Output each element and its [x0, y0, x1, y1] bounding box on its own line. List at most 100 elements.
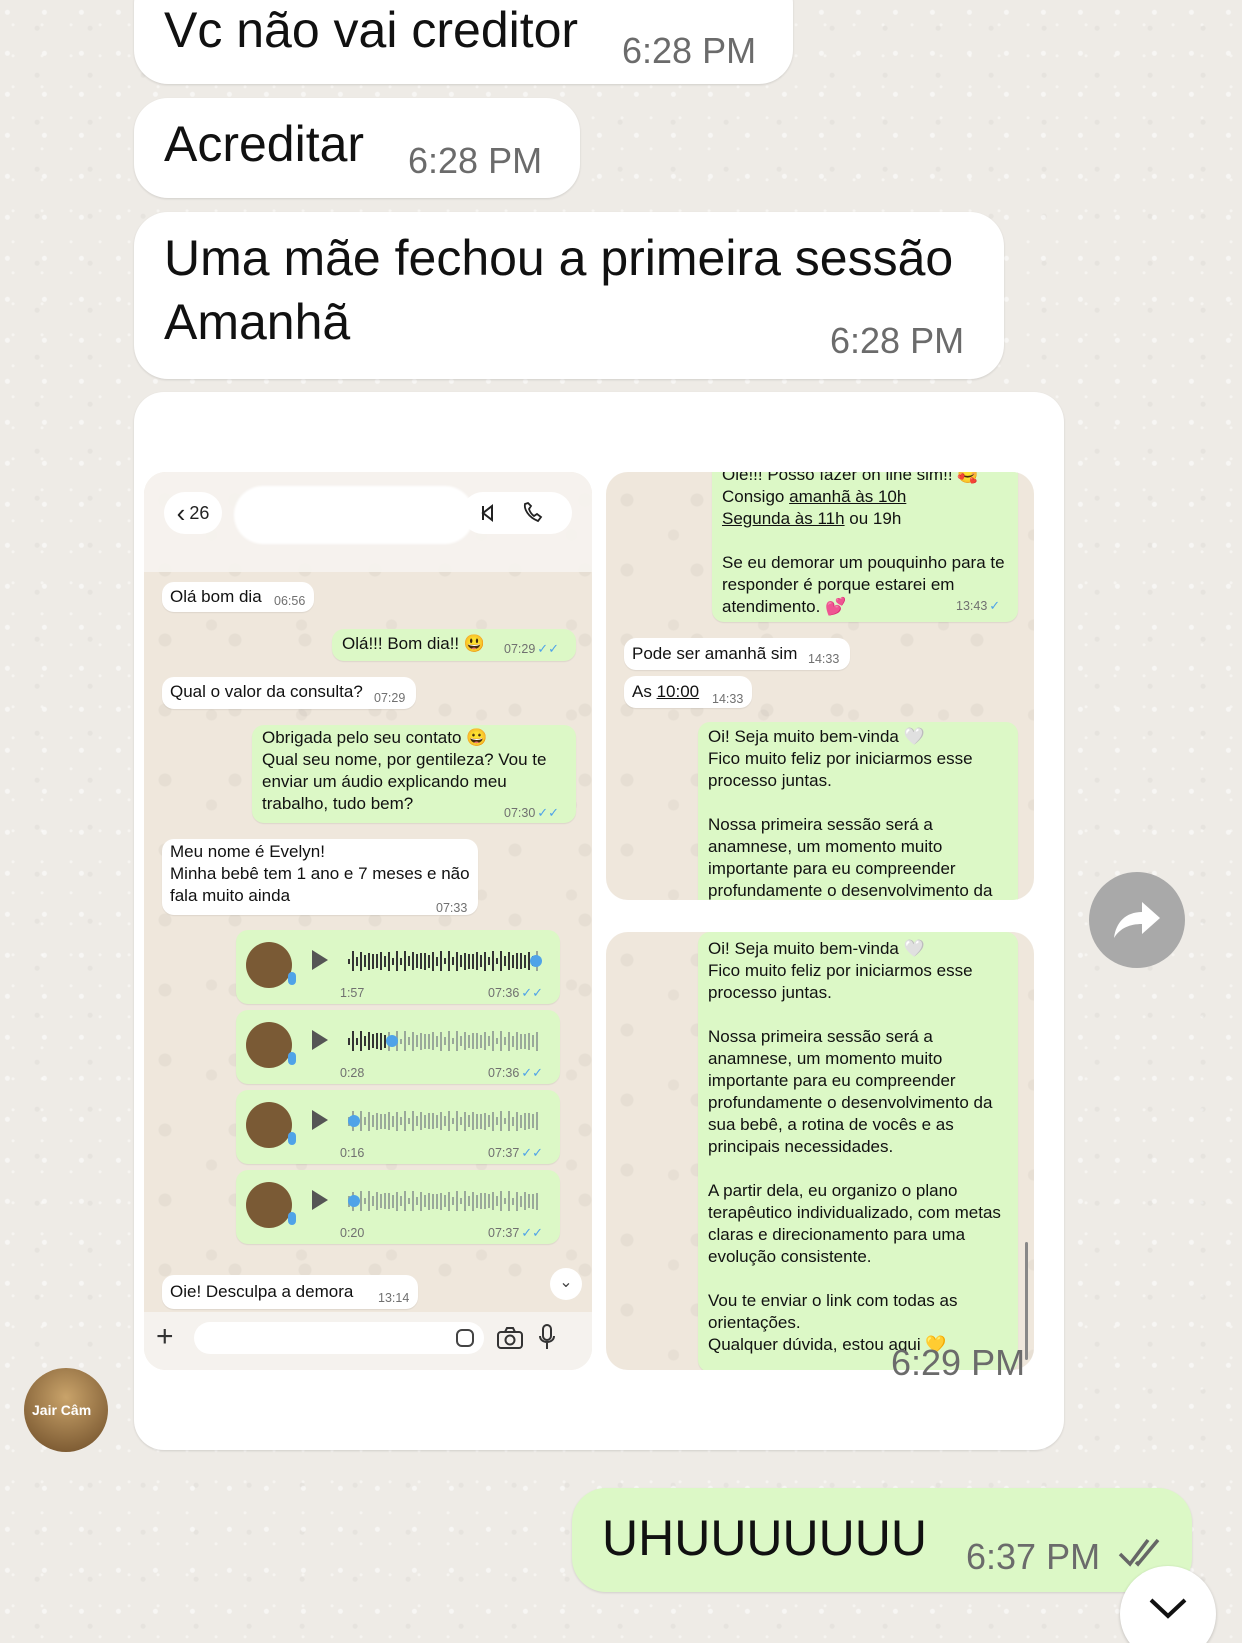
screenshot-chat-left[interactable]: ‹ 26 Olá bom dia 06:56 Olá!!! Bom dia!! 😃… — [144, 472, 592, 1370]
play-icon[interactable] — [312, 1190, 328, 1210]
waveform-bar — [360, 951, 362, 971]
waveform-bar — [468, 1196, 470, 1206]
waveform-bar — [416, 1116, 418, 1126]
waveform-bar — [492, 951, 494, 971]
chat-message[interactable]: Oie! Desculpa a demora 13:14 — [162, 1275, 418, 1309]
waveform-bar — [400, 1196, 402, 1206]
chat-message[interactable]: Oi! Seja muito bem-vinda 🤍 Fico muito fe… — [698, 932, 1018, 1370]
play-icon[interactable] — [312, 950, 328, 970]
waveform-bar — [364, 1117, 366, 1125]
waveform-bar — [388, 1193, 390, 1209]
voice-note[interactable]: 0:28 07:36 ✓✓ — [236, 1010, 560, 1084]
date-link[interactable]: Segunda às 11h — [722, 509, 845, 528]
chat-header: ‹ 26 — [144, 472, 592, 572]
voice-avatar — [246, 942, 292, 988]
waveform-bar — [360, 1191, 362, 1211]
play-icon[interactable] — [312, 1110, 328, 1130]
play-icon[interactable] — [312, 1030, 328, 1050]
forward-button[interactable] — [1089, 872, 1185, 968]
back-button[interactable]: ‹ 26 — [164, 492, 222, 534]
waveform-bar — [372, 1115, 374, 1127]
waveform-bar — [508, 952, 510, 970]
waveform-bar — [480, 1193, 482, 1209]
phone-icon[interactable] — [520, 501, 544, 525]
waveform-bar — [360, 1031, 362, 1051]
waveform-bar — [524, 954, 526, 968]
waveform-bar — [436, 1193, 438, 1209]
screenshot-chat-right-bottom[interactable]: Oi! Seja muito bem-vinda 🤍 Fico muito fe… — [606, 932, 1034, 1370]
waveform — [348, 1030, 542, 1052]
waveform-bar — [384, 955, 386, 967]
waveform-bar — [508, 1111, 510, 1131]
waveform-bar — [376, 954, 378, 968]
message-bubble-outgoing[interactable]: UHUUUUUUU 6:37 PM — [572, 1488, 1192, 1592]
chat-message[interactable]: Olá!!! Bom dia!! 😃 07:29 ✓✓ — [332, 629, 576, 661]
time-link[interactable]: 10:00 — [657, 682, 700, 701]
plus-icon[interactable]: + — [156, 1322, 174, 1352]
voice-duration: 0:28 — [340, 1066, 365, 1080]
voice-note[interactable]: 0:16 07:37 ✓✓ — [236, 1090, 560, 1164]
waveform-bar — [496, 1196, 498, 1206]
camera-icon[interactable] — [496, 1326, 524, 1350]
waveform-bar — [392, 957, 394, 965]
waveform-bar — [400, 957, 402, 965]
playhead[interactable] — [386, 1035, 398, 1047]
scroll-down-chevron-icon[interactable]: ⌄ — [550, 1268, 582, 1300]
waveform-bar — [404, 1111, 406, 1131]
mic-icon — [288, 1212, 296, 1225]
waveform-bar — [452, 1197, 454, 1205]
chat-message[interactable]: Meu nome é Evelyn! Minha bebê tem 1 ano … — [162, 839, 478, 915]
video-call-icon[interactable] — [478, 502, 500, 524]
chat-message[interactable]: As 10:00 14:33 — [624, 676, 752, 708]
waveform-bar — [452, 1038, 454, 1044]
avatar[interactable]: Jair Câm — [24, 1368, 108, 1452]
waveform-bar — [476, 1033, 478, 1049]
sticker-icon[interactable] — [456, 1329, 474, 1347]
waveform-bar — [468, 953, 470, 969]
waveform-bar — [516, 953, 518, 969]
waveform-bar — [420, 953, 422, 969]
scrollbar[interactable] — [1025, 1242, 1028, 1360]
mic-icon[interactable] — [538, 1324, 556, 1350]
waveform-bar — [484, 951, 486, 971]
chat-message[interactable]: Qual o valor da consulta? 07:29 — [162, 677, 416, 709]
waveform-bar — [524, 1112, 526, 1130]
chat-message[interactable]: Obrigada pelo seu contato 😀 Qual seu nom… — [252, 725, 576, 823]
message-text: Oi! Seja muito bem-vinda 🤍 Fico muito fe… — [708, 727, 993, 900]
waveform-bar — [368, 1111, 370, 1131]
screenshot-chat-right-top[interactable]: Oie!!! Posso fazer on line sim!! 🥰 Consi… — [606, 472, 1034, 900]
message-bubble[interactable]: Vc não vai creditor 6:28 PM — [134, 0, 793, 84]
voice-note[interactable]: 0:20 07:37 ✓✓ — [236, 1170, 560, 1244]
waveform-bar — [536, 1112, 538, 1130]
chat-message[interactable]: Olá bom dia 06:56 — [162, 582, 314, 612]
chat-message[interactable]: Oi! Seja muito bem-vinda 🤍 Fico muito fe… — [698, 722, 1018, 900]
voice-avatar — [246, 1102, 292, 1148]
voice-note[interactable]: 1:57 07:36 ✓✓ — [236, 930, 560, 1004]
mic-icon — [288, 972, 296, 985]
playhead[interactable] — [348, 1115, 360, 1127]
waveform-bar — [464, 1191, 466, 1211]
waveform-bar — [452, 957, 454, 965]
waveform-bar — [412, 1111, 414, 1131]
chat-message[interactable]: Oie!!! Posso fazer on line sim!! 🥰 Consi… — [712, 472, 1018, 622]
message-input[interactable] — [194, 1322, 484, 1354]
waveform-bar — [448, 1191, 450, 1211]
image-message-bubble[interactable]: ‹ 26 Olá bom dia 06:56 Olá!!! Bom dia!! 😃… — [134, 392, 1064, 1450]
message-bubble[interactable]: Acreditar 6:28 PM — [134, 98, 580, 198]
playhead[interactable] — [348, 1195, 360, 1207]
chat-message[interactable]: Pode ser amanhã sim 14:33 — [624, 638, 850, 670]
message-text: Obrigada pelo seu contato 😀 Qual seu nom… — [262, 728, 547, 813]
playhead[interactable] — [530, 955, 542, 967]
date-link[interactable]: amanhã às 10h — [789, 487, 906, 506]
waveform-bar — [368, 952, 370, 970]
waveform-bar — [468, 1034, 470, 1048]
waveform-bar — [480, 955, 482, 967]
message-bubble[interactable]: Uma mãe fechou a primeira sessão Amanhã … — [134, 212, 1004, 379]
waveform-bar — [448, 1111, 450, 1131]
waveform-bar — [372, 1196, 374, 1206]
waveform-bar — [408, 1198, 410, 1204]
waveform-bar — [376, 1033, 378, 1049]
waveform-bar — [352, 1031, 354, 1051]
message-time: 14:33 — [808, 652, 840, 666]
waveform-bar — [356, 1037, 358, 1045]
